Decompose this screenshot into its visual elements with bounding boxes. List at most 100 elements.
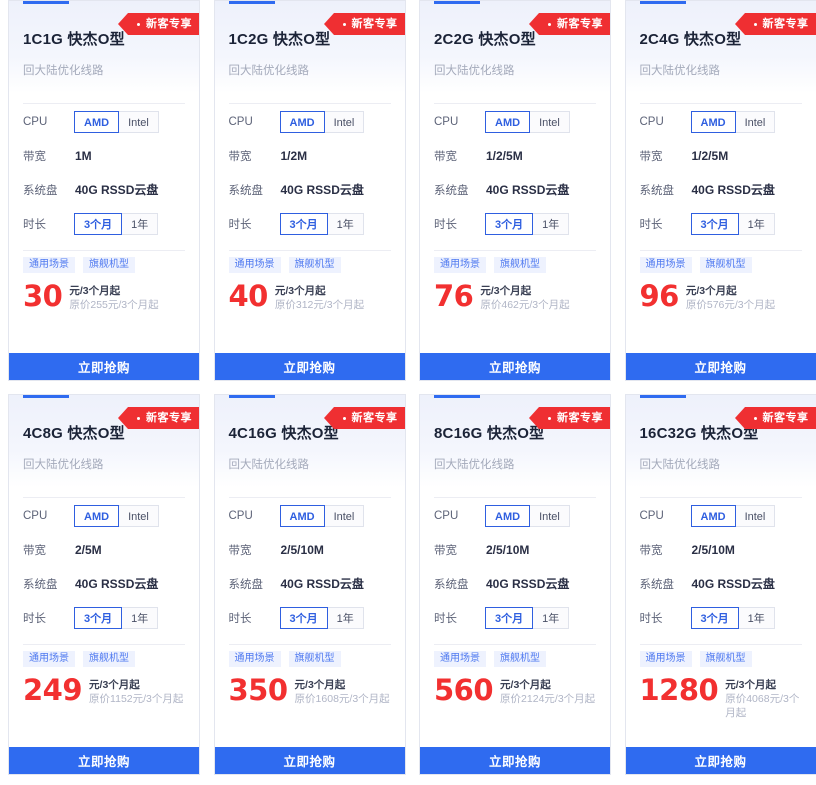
card-header: 新客专享 2C4G 快杰O型 回大陆优化线路: [625, 1, 816, 93]
buy-now-button[interactable]: 立即抢购: [625, 353, 816, 380]
cpu-toggle-group[interactable]: AMD Intel: [74, 504, 159, 527]
price-unit: 元/3个月起: [685, 285, 737, 297]
cpu-option-intel[interactable]: Intel: [118, 110, 159, 133]
duration-option-1year[interactable]: 1年: [532, 606, 570, 629]
cpu-option-intel[interactable]: Intel: [323, 110, 365, 133]
spec-label-duration: 时长: [434, 218, 457, 231]
duration-toggle-group[interactable]: 3个月 1年: [279, 212, 364, 235]
cpu-option-amd[interactable]: AMD: [74, 504, 120, 527]
product-card-3[interactable]: 新客专享 2C2G 快杰O型 回大陆优化线路 CPU AMD Intel 带宽 …: [419, 0, 611, 381]
buy-now-button[interactable]: 立即抢购: [9, 747, 199, 774]
spec-label-disk: 系统盘: [434, 184, 469, 197]
cpu-option-intel[interactable]: Intel: [529, 504, 570, 527]
card-spacer: [215, 707, 405, 747]
cpu-toggle-group[interactable]: AMD Intel: [279, 504, 365, 527]
cpu-toggle-group[interactable]: AMD Intel: [485, 504, 570, 527]
product-card-8[interactable]: 新客专享 16C32G 快杰O型 回大陆优化线路 CPU AMD Intel 带…: [624, 394, 816, 775]
duration-option-3months[interactable]: 3个月: [485, 212, 534, 235]
duration-option-1year[interactable]: 1年: [121, 606, 159, 629]
buy-now-button[interactable]: 立即抢购: [214, 353, 405, 380]
duration-toggle-group[interactable]: 3个月 1年: [690, 212, 775, 235]
card-header: 新客专享 1C2G 快杰O型 回大陆优化线路: [214, 1, 405, 93]
tag-general: 通用场景: [434, 257, 486, 273]
cpu-option-intel[interactable]: Intel: [734, 504, 776, 527]
cpu-toggle-group[interactable]: AMD Intel: [279, 110, 365, 133]
cpu-option-amd[interactable]: AMD: [690, 110, 736, 133]
price-block: 350 元/3个月起 原价1608元/3个月起: [215, 676, 405, 707]
product-card-7[interactable]: 新客专享 8C16G 快杰O型 回大陆优化线路 CPU AMD Intel 带宽…: [419, 394, 611, 775]
cpu-option-amd[interactable]: AMD: [485, 504, 531, 527]
cpu-option-intel[interactable]: Intel: [734, 110, 776, 133]
tag-flagship: 旗舰机型: [699, 651, 752, 667]
card-accent-bar: [228, 395, 275, 398]
price-block: 560 元/3个月起 原价2124元/3个月起: [420, 676, 610, 707]
duration-toggle-group[interactable]: 3个月 1年: [485, 212, 570, 235]
product-card-6[interactable]: 新客专享 4C16G 快杰O型 回大陆优化线路 CPU AMD Intel 带宽…: [213, 394, 406, 775]
card-header: 新客专享 8C16G 快杰O型 回大陆优化线路: [420, 395, 610, 487]
cpu-option-amd[interactable]: AMD: [279, 110, 325, 133]
duration-option-1year[interactable]: 1年: [737, 606, 775, 629]
cpu-option-intel[interactable]: Intel: [529, 110, 570, 133]
spec-label-bandwidth: 带宽: [639, 150, 663, 163]
cpu-toggle-group[interactable]: AMD Intel: [690, 110, 776, 133]
buy-now-button[interactable]: 立即抢购: [420, 353, 610, 380]
cpu-option-amd[interactable]: AMD: [279, 504, 325, 527]
cpu-option-amd[interactable]: AMD: [690, 504, 736, 527]
spec-label-duration: 时长: [228, 612, 252, 625]
duration-option-3months[interactable]: 3个月: [279, 212, 328, 235]
duration-option-3months[interactable]: 3个月: [485, 606, 534, 629]
tag-list: 通用场景 旗舰机型: [9, 257, 199, 273]
cpu-option-amd[interactable]: AMD: [485, 110, 531, 133]
cpu-toggle-group[interactable]: AMD Intel: [485, 110, 570, 133]
spec-row-bandwidth: 带宽 2/5/10M: [434, 533, 596, 566]
spec-label-bandwidth: 带宽: [228, 150, 252, 163]
product-card-4[interactable]: 新客专享 2C4G 快杰O型 回大陆优化线路 CPU AMD Intel 带宽 …: [624, 0, 816, 381]
buy-now-button[interactable]: 立即抢购: [625, 747, 816, 774]
duration-option-3months[interactable]: 3个月: [690, 606, 739, 629]
duration-toggle-group[interactable]: 3个月 1年: [485, 606, 570, 629]
price-original: 原价462元/3个月起: [480, 299, 570, 312]
spec-divider-top: [23, 497, 185, 498]
cpu-option-intel[interactable]: Intel: [323, 504, 365, 527]
cpu-toggle-group[interactable]: AMD Intel: [74, 110, 159, 133]
spec-row-cpu: CPU AMD Intel: [640, 499, 802, 532]
spec-label-cpu: CPU: [228, 115, 253, 128]
price-unit: 元/3个月起: [500, 679, 551, 691]
price-original: 原价1152元/3个月起: [89, 693, 184, 706]
duration-toggle-group[interactable]: 3个月 1年: [279, 606, 364, 629]
buy-now-button[interactable]: 立即抢购: [9, 353, 199, 380]
duration-toggle-group[interactable]: 3个月 1年: [74, 606, 159, 629]
new-customer-badge: 新客专享: [323, 13, 405, 35]
buy-now-button[interactable]: 立即抢购: [214, 747, 405, 774]
badge-label: 新客专享: [351, 18, 398, 30]
cpu-option-intel[interactable]: Intel: [118, 504, 159, 527]
duration-toggle-group[interactable]: 3个月 1年: [74, 212, 159, 235]
spec-divider-bottom: [23, 644, 185, 645]
duration-option-3months[interactable]: 3个月: [74, 606, 123, 629]
spec-label-duration: 时长: [228, 218, 252, 231]
spec-divider-bottom: [228, 250, 391, 251]
product-card-5[interactable]: 新客专享 4C8G 快杰O型 回大陆优化线路 CPU AMD Intel 带宽 …: [8, 394, 200, 775]
tag-general: 通用场景: [228, 257, 281, 273]
duration-toggle-group[interactable]: 3个月 1年: [690, 606, 775, 629]
duration-option-3months[interactable]: 3个月: [74, 212, 123, 235]
duration-option-1year[interactable]: 1年: [326, 606, 364, 629]
cpu-toggle-group[interactable]: AMD Intel: [690, 504, 776, 527]
buy-now-button[interactable]: 立即抢购: [420, 747, 610, 774]
spec-value-bandwidth: 2/5/10M: [280, 542, 324, 557]
spec-list: CPU AMD Intel 带宽 2/5/10M 系统盘 40G RSSD云盘 …: [626, 487, 816, 645]
spec-divider-top: [639, 103, 802, 104]
duration-option-1year[interactable]: 1年: [121, 212, 159, 235]
duration-option-1year[interactable]: 1年: [737, 212, 775, 235]
duration-option-3months[interactable]: 3个月: [279, 606, 328, 629]
product-card-1[interactable]: 新客专享 1C1G 快杰O型 回大陆优化线路 CPU AMD Intel 带宽 …: [8, 0, 200, 381]
product-card-2[interactable]: 新客专享 1C2G 快杰O型 回大陆优化线路 CPU AMD Intel 带宽 …: [213, 0, 406, 381]
spec-value-bandwidth: 1/2/5M: [691, 148, 729, 163]
price-amount: 249: [23, 673, 83, 707]
card-spacer: [420, 707, 610, 747]
cpu-option-amd[interactable]: AMD: [74, 110, 120, 133]
spec-label-cpu: CPU: [23, 509, 48, 522]
duration-option-1year[interactable]: 1年: [326, 212, 364, 235]
duration-option-3months[interactable]: 3个月: [690, 212, 739, 235]
duration-option-1year[interactable]: 1年: [532, 212, 570, 235]
